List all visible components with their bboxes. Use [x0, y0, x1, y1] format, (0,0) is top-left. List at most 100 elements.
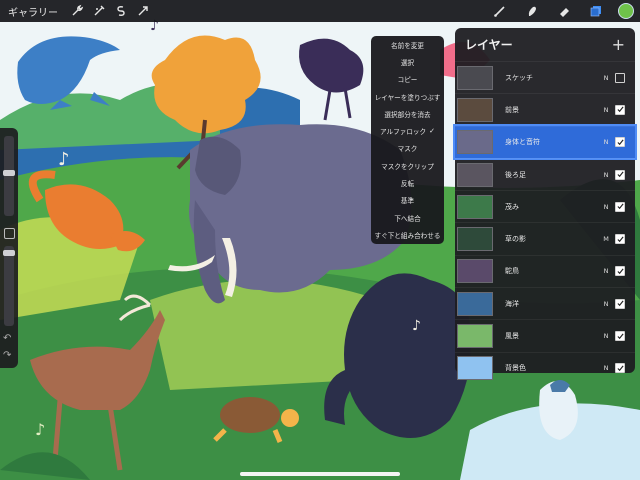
adjustments-icon[interactable] [88, 0, 110, 22]
menu-clear-selection[interactable]: 選択部分を消去 [371, 105, 444, 122]
wrench-icon[interactable] [66, 0, 88, 22]
music-note: ♪ [412, 318, 421, 334]
modify-button[interactable] [4, 228, 15, 239]
check-icon: ✓ [429, 127, 435, 136]
menu-merge-down[interactable]: 下へ結合 [371, 209, 444, 226]
layer-row[interactable]: 風景 N [455, 319, 635, 351]
visibility-checkbox[interactable] [615, 298, 625, 309]
transform-icon[interactable] [132, 0, 154, 22]
menu-rename[interactable]: 名前を変更 [371, 36, 444, 53]
layer-thumbnail[interactable] [457, 324, 493, 349]
visibility-checkbox[interactable] [615, 72, 625, 83]
visibility-checkbox[interactable] [615, 104, 625, 115]
color-swatch-button[interactable] [618, 3, 634, 19]
blend-mode-button[interactable]: N [597, 74, 615, 82]
layer-name: 後ろ足 [505, 170, 526, 179]
layer-thumbnail[interactable] [457, 162, 493, 187]
smudge-icon[interactable] [516, 0, 548, 22]
music-note: ♪ [58, 149, 70, 170]
layer-row[interactable]: 後ろ足 N [455, 157, 635, 190]
layer-name: 前景 [505, 105, 519, 114]
brush-size-slider[interactable] [3, 136, 15, 216]
layer-options-menu: 名前を変更 選択 コピー レイヤーを塗りつぶす 選択部分を消去 アルファロック ✓… [371, 36, 444, 244]
blend-mode-button[interactable]: N [597, 267, 615, 275]
layer-row[interactable]: 茂み N [455, 190, 635, 222]
redo-icon[interactable]: ↷ [3, 350, 11, 361]
check-icon [616, 106, 624, 113]
check-icon [616, 139, 624, 145]
layer-thumbnail[interactable] [457, 130, 493, 155]
layer-thumbnail[interactable] [457, 194, 493, 219]
layer-row[interactable]: 草の影 M [455, 222, 635, 254]
check-icon [616, 203, 624, 210]
blend-mode-button[interactable]: N [597, 332, 615, 340]
visibility-checkbox[interactable] [615, 169, 625, 180]
blend-mode-button[interactable]: N [597, 203, 615, 211]
layer-row[interactable]: 前景 N [455, 93, 635, 125]
music-note: ♪ [35, 420, 45, 439]
layer-row[interactable]: 駝鳥 N [455, 254, 635, 287]
brush-icon[interactable] [484, 0, 516, 22]
left-sidebar: ↶ ↷ [0, 128, 18, 368]
blend-mode-button[interactable]: N [597, 300, 615, 308]
gorilla [344, 273, 471, 438]
layer-thumbnail[interactable] [457, 65, 493, 90]
layer-name: 身体と音符 [505, 138, 540, 147]
visibility-checkbox[interactable] [615, 266, 625, 277]
menu-combine-down[interactable]: すぐ下と組み合わせる [371, 226, 444, 243]
blend-mode-button[interactable]: N [597, 171, 615, 179]
visibility-checkbox[interactable] [615, 363, 625, 374]
menu-alpha-lock[interactable]: アルファロック ✓ [371, 122, 444, 139]
layer-name: スケッチ [505, 73, 533, 82]
layer-name: 背景色 [505, 364, 526, 373]
layers-title: レイヤー [465, 38, 513, 52]
layer-row[interactable]: 海洋 N [455, 287, 635, 319]
visibility-checkbox[interactable] [615, 201, 625, 212]
layer-name: 海洋 [505, 299, 519, 308]
layer-row[interactable]: 背景色 N [455, 351, 635, 384]
add-layer-button[interactable]: + [612, 35, 625, 54]
layer-thumbnail[interactable] [457, 97, 493, 122]
layer-thumbnail[interactable] [457, 259, 493, 284]
brush-size-knob[interactable] [3, 170, 15, 176]
check-icon [616, 268, 624, 275]
check-icon [616, 171, 624, 178]
menu-copy[interactable]: コピー [371, 71, 444, 88]
layers-header: レイヤー + [455, 28, 635, 61]
layer-thumbnail[interactable] [457, 356, 493, 381]
layer-name: 駝鳥 [505, 267, 519, 276]
layer-thumbnail[interactable] [457, 227, 493, 252]
selection-icon[interactable] [110, 0, 132, 22]
home-indicator[interactable] [240, 472, 400, 476]
menu-clipping-mask[interactable]: マスクをクリップ [371, 157, 444, 174]
right-toolset [484, 0, 640, 22]
opacity-knob[interactable] [3, 250, 15, 256]
menu-reference[interactable]: 基準 [371, 192, 444, 209]
menu-fill-layer[interactable]: レイヤーを塗りつぶす [371, 88, 444, 105]
menu-invert[interactable]: 反転 [371, 174, 444, 191]
blend-mode-button[interactable]: N [597, 106, 615, 114]
blend-mode-button[interactable]: N [597, 364, 615, 372]
visibility-checkbox[interactable] [615, 234, 625, 245]
blend-mode-button[interactable]: N [597, 138, 615, 146]
opacity-slider[interactable] [3, 246, 15, 326]
menu-mask[interactable]: マスク [371, 140, 444, 157]
undo-icon[interactable]: ↶ [3, 333, 11, 344]
layers-icon[interactable] [580, 0, 612, 22]
layer-list: スケッチ N 前景 N 身体と音符 N 後ろ足 N 茂み N 草の影 M 駝鳥 N 海洋 N 風景 N 背景色 N [453, 61, 637, 384]
layer-name: 茂み [505, 202, 519, 211]
top-toolbar: ギャラリー [0, 0, 640, 22]
menu-select[interactable]: 選択 [371, 53, 444, 70]
layers-panel: レイヤー + スケッチ N 前景 N 身体と音符 N 後ろ足 N 茂み N 草の影 M 駝鳥 N 海洋 N 風景… [453, 28, 637, 381]
layer-row[interactable]: 身体と音符 N [453, 123, 637, 160]
layer-thumbnail[interactable] [457, 291, 493, 316]
visibility-checkbox[interactable] [615, 331, 625, 342]
layer-row[interactable]: スケッチ N [455, 61, 635, 93]
check-icon [616, 333, 624, 339]
blend-mode-button[interactable]: M [597, 235, 615, 243]
layer-name: 風景 [505, 332, 519, 341]
check-icon [616, 365, 624, 371]
gallery-button[interactable]: ギャラリー [8, 4, 58, 19]
visibility-checkbox[interactable] [615, 137, 625, 148]
eraser-icon[interactable] [548, 0, 580, 22]
